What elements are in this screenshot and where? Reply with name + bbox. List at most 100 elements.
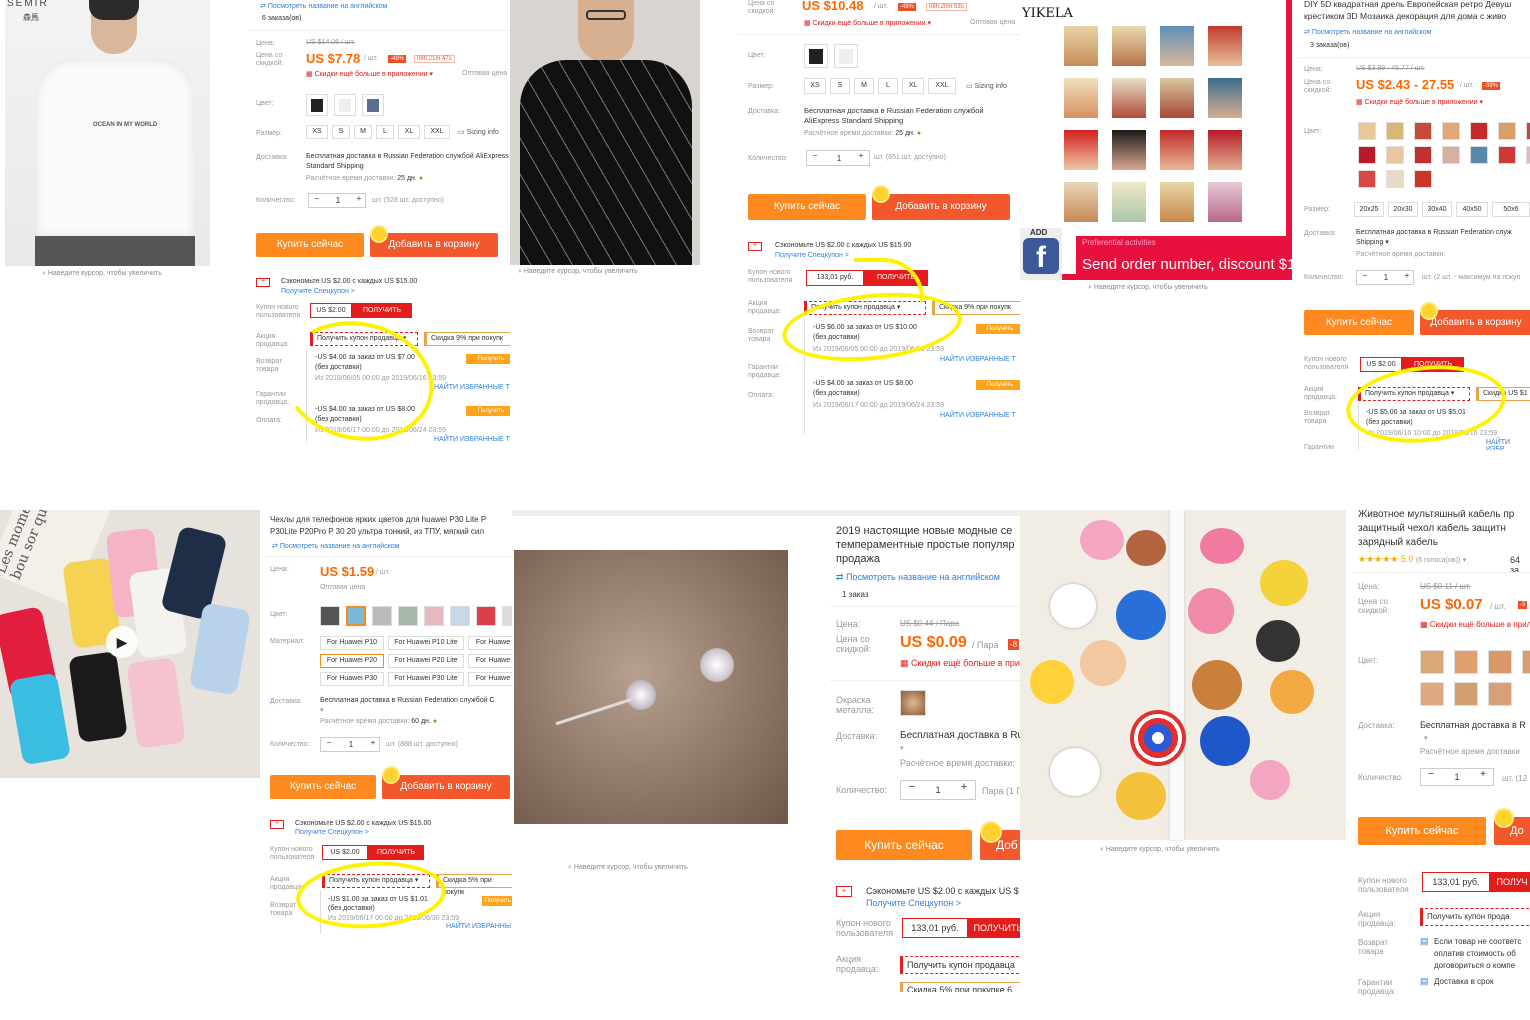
color-1[interactable] xyxy=(1420,650,1444,674)
rating-stars[interactable]: ★★★★★ 5.0 (6 голоса(ов)) ▾ xyxy=(1358,554,1466,565)
buy-now-button[interactable]: Купить сейчас xyxy=(1358,817,1486,845)
qty-stepper[interactable]: − 1 + xyxy=(806,150,870,166)
size-xl[interactable]: XL xyxy=(398,125,420,139)
color-black[interactable] xyxy=(306,94,328,116)
delivery-toggle[interactable]: ▾ xyxy=(320,706,324,714)
qty-minus[interactable]: − xyxy=(809,151,821,160)
color-6[interactable] xyxy=(450,606,470,626)
app-discount-link[interactable]: ▦ Скидки ещё больше в приложении xyxy=(1420,620,1530,629)
wholesale-link[interactable]: Оптовая цена xyxy=(970,19,1015,26)
material-other-3[interactable]: For Huawe xyxy=(468,672,512,686)
material-p30[interactable]: For Huawei P30 xyxy=(320,672,384,686)
size-xs[interactable]: XS xyxy=(804,78,826,94)
product-image-earrings[interactable] xyxy=(514,550,788,824)
qty-stepper[interactable]: − 1 + xyxy=(308,193,366,208)
facebook-badge[interactable]: ADD f xyxy=(1020,228,1062,280)
material-p30-lite[interactable]: For Huawei P30 Lite xyxy=(388,672,464,686)
size-50x6[interactable]: 50x6 xyxy=(1492,202,1530,217)
buy-now-button[interactable]: Купить сейчас xyxy=(836,830,972,860)
buy-now-button[interactable]: Купить сейчас xyxy=(256,233,364,257)
votes[interactable]: (6 голоса(ов)) xyxy=(1416,557,1460,564)
qty-value[interactable]: 1 xyxy=(341,738,361,752)
add-to-cart-button[interactable]: Добавить в корзину xyxy=(1420,310,1530,335)
size-xxl[interactable]: XXL xyxy=(928,78,956,94)
product-image-cable-protectors[interactable] xyxy=(1020,510,1346,840)
see-english-link[interactable]: ⇄ Посмотреть название на английском xyxy=(836,572,1000,583)
discount-dropdown[interactable]: Скидка 5% при покупк xyxy=(436,874,512,896)
color-white[interactable] xyxy=(834,44,858,68)
add-to-cart-button[interactable]: Добавить в корзину xyxy=(370,233,498,257)
qty-plus[interactable]: + xyxy=(353,194,365,203)
qty-minus[interactable]: − xyxy=(1359,271,1371,280)
add-to-cart-button[interactable]: Добавить в корзину xyxy=(382,775,510,799)
find-favorites-link-2[interactable]: НАЙТИ ИЗБРАННЫЕ Т xyxy=(434,436,510,443)
product-image-polo[interactable] xyxy=(510,0,700,265)
size-m[interactable]: M xyxy=(354,125,372,139)
find-favorites-link[interactable]: НАЙТИ ИЗБРАННЫЕ Т xyxy=(940,356,1016,363)
material-p20-lite[interactable]: For Huawei P20 Lite xyxy=(388,654,464,668)
get-special-link[interactable]: Получите Спецкупон > xyxy=(295,829,369,836)
delivery-toggle[interactable]: ▾ xyxy=(900,744,904,752)
buy-now-button[interactable]: Купить сейчас xyxy=(748,194,866,220)
app-discount-link[interactable]: ▦ Скидки ещё больше в приложении ▾ xyxy=(804,19,931,27)
size-l[interactable]: L xyxy=(878,78,898,94)
metal-swatch[interactable] xyxy=(900,690,926,716)
wholesale-link[interactable]: Оптовая цена xyxy=(462,70,507,77)
qty-minus[interactable]: − xyxy=(323,738,335,747)
size-m[interactable]: M xyxy=(854,78,874,94)
size-xs[interactable]: XS xyxy=(306,125,328,139)
color-4[interactable] xyxy=(398,606,418,626)
delivery-toggle[interactable]: ▾ xyxy=(1424,734,1428,742)
find-favorites-link[interactable]: НАЙТИ ИЗБРАННЫ xyxy=(446,923,511,930)
qty-value[interactable]: 1 xyxy=(927,781,949,799)
qty-stepper[interactable]: − 1 + xyxy=(1356,270,1414,285)
find-favorites-link[interactable]: НАЙТИ ИЗБРАННЫЕ Т xyxy=(434,384,510,391)
size-40x50[interactable]: 40x50 xyxy=(1456,202,1488,217)
size-l[interactable]: L xyxy=(376,125,394,139)
offer-2-get-button[interactable]: Получить xyxy=(976,380,1022,390)
color-5[interactable] xyxy=(424,606,444,626)
size-s[interactable]: S xyxy=(332,125,350,139)
qty-value[interactable]: 1 xyxy=(1447,769,1467,785)
qty-value[interactable]: 1 xyxy=(1377,271,1395,285)
material-p10[interactable]: For Huawei P10 xyxy=(320,636,384,650)
qty-stepper[interactable]: − 1 + xyxy=(900,780,976,800)
discount-dropdown[interactable]: Скидка 9% при покупк xyxy=(424,332,512,346)
color-white[interactable] xyxy=(334,94,356,116)
get-coupon-button[interactable]: ПОЛУЧИТЬ xyxy=(368,845,424,860)
get-special-link[interactable]: Получите Спецкупон > xyxy=(775,252,849,259)
add-to-cart-button[interactable]: Добавить в корзину xyxy=(872,194,1010,220)
offer-1-get-button[interactable]: Получить xyxy=(976,324,1022,334)
color-blue[interactable] xyxy=(362,94,384,116)
qty-minus[interactable]: − xyxy=(905,781,919,793)
qty-plus[interactable]: + xyxy=(367,738,379,747)
get-special-link[interactable]: Получите Спецкупон > xyxy=(866,898,961,908)
color-black[interactable] xyxy=(804,44,828,68)
app-discount-link[interactable]: ▦ Скидки ещё больше в приложении ▾ xyxy=(1356,98,1483,106)
color-2[interactable] xyxy=(1454,650,1478,674)
play-video-icon[interactable]: ▶ xyxy=(106,626,138,658)
sizing-info-link[interactable]: ▭ Sizing info xyxy=(458,128,499,136)
qty-stepper[interactable]: − 1 + xyxy=(1420,768,1494,786)
get-coupon-button[interactable]: ПОЛУЧИТЬ xyxy=(968,918,1020,938)
get-coupon-button[interactable]: ПОЛУЧ xyxy=(1490,872,1530,892)
app-discount-link[interactable]: ▦ Скидки ещё больше в приложении xyxy=(900,658,1020,669)
qty-plus[interactable]: + xyxy=(855,151,867,160)
material-other-1[interactable]: For Huawe xyxy=(468,636,512,650)
size-s[interactable]: S xyxy=(830,78,850,94)
size-20x25[interactable]: 20x25 xyxy=(1354,202,1384,217)
buy-now-button[interactable]: Купить сейчас xyxy=(270,775,376,799)
color-3[interactable] xyxy=(1488,650,1512,674)
qty-minus[interactable]: − xyxy=(1425,769,1437,780)
size-30x40[interactable]: 30x40 xyxy=(1422,202,1452,217)
qty-plus[interactable]: + xyxy=(1477,769,1489,780)
see-english-link[interactable]: ⇄ Посмотреть название на английском xyxy=(1304,28,1432,36)
see-english-link[interactable]: ⇄ Посмотреть название на английском xyxy=(260,2,388,10)
discount-dropdown[interactable]: Скидка 5% при покупке 6 xyxy=(900,982,1020,992)
material-p10-lite[interactable]: For Huawei P10 Lite xyxy=(388,636,464,650)
seller-coupon-dropdown[interactable]: Получить купон прода xyxy=(1420,908,1530,926)
offer-2-get-button[interactable]: Получить xyxy=(466,406,512,416)
color-5[interactable] xyxy=(1420,682,1444,706)
qty-value[interactable]: 1 xyxy=(329,194,347,208)
qty-stepper[interactable]: − 1 + xyxy=(320,737,380,752)
